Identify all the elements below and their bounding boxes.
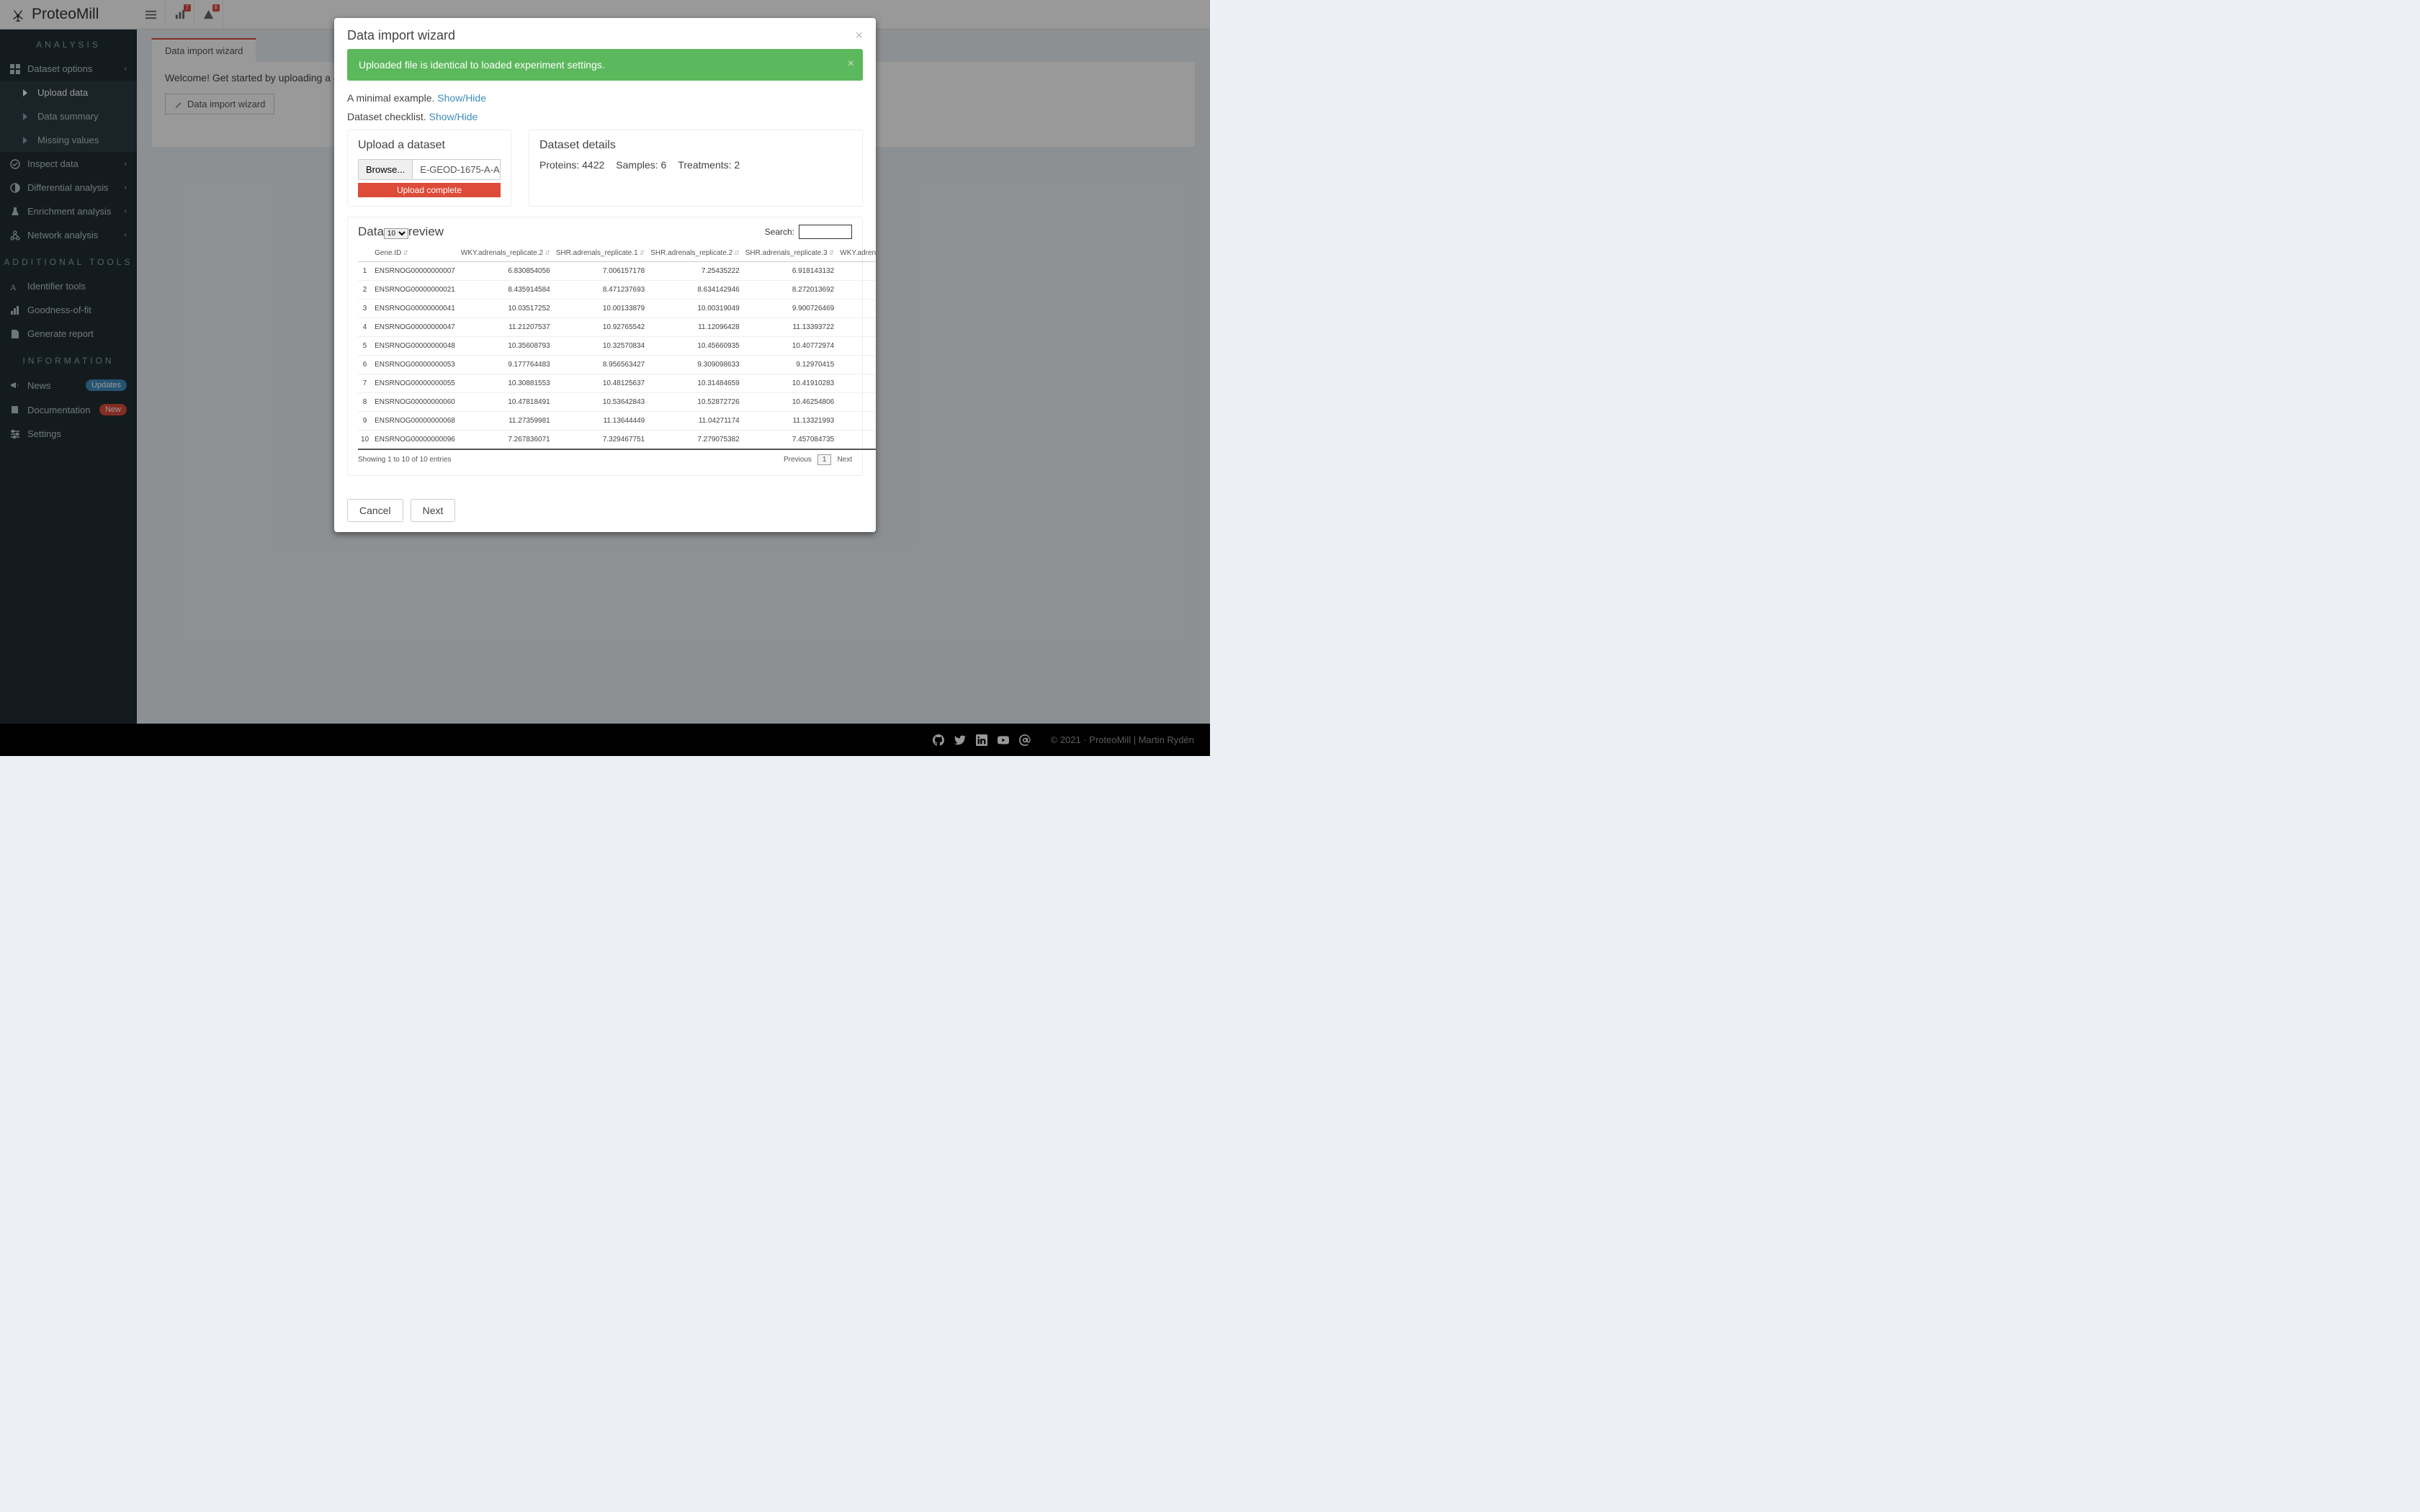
column-header[interactable]: WKY.adrenals_replicate.1⇵ xyxy=(837,245,876,262)
details-card: Dataset details Proteins: 4422 Samples: … xyxy=(529,130,863,207)
details-heading: Dataset details xyxy=(539,139,852,152)
table-row: 2ENSRNOG000000000218.4359145848.47123769… xyxy=(358,281,876,300)
pagination: Previous 1 Next xyxy=(784,454,852,465)
table-row: 9ENSRNOG0000000006811.2735998111.1364444… xyxy=(358,412,876,431)
alert-text: Uploaded file is identical to loaded exp… xyxy=(359,59,605,71)
next-page[interactable]: Next xyxy=(837,456,852,464)
modal-overlay: Data import wizard × Uploaded file is id… xyxy=(0,0,1210,756)
selected-file-name: E-GEOD-1675-A-AFFY- xyxy=(413,159,501,180)
browse-button[interactable]: Browse... xyxy=(358,159,413,180)
close-icon[interactable]: × xyxy=(855,28,863,43)
sort-icon: ⇵ xyxy=(403,249,408,256)
sort-icon: ⇵ xyxy=(544,249,550,256)
table-row: 8ENSRNOG0000000006010.4781849110.5364284… xyxy=(358,393,876,412)
page-size-select[interactable]: 10 xyxy=(384,228,408,239)
show-hide-example-link[interactable]: Show/Hide xyxy=(437,92,486,104)
show-hide-checklist-link[interactable]: Show/Hide xyxy=(429,111,478,122)
column-header[interactable] xyxy=(358,245,372,262)
current-page[interactable]: 1 xyxy=(817,454,832,465)
cancel-button[interactable]: Cancel xyxy=(347,499,403,522)
alert-close-icon[interactable]: × xyxy=(848,58,854,71)
data-preview-card: Data10review Search: Gene.ID⇵WKY.adrenal… xyxy=(347,217,863,476)
checklist-row: Dataset checklist. Show/Hide xyxy=(347,111,863,122)
entries-info: Showing 1 to 10 of 10 entries xyxy=(358,456,452,464)
search-label: Search: xyxy=(765,227,794,237)
search-input[interactable] xyxy=(799,225,852,239)
column-header[interactable]: SHR.adrenals_replicate.3⇵ xyxy=(743,245,838,262)
samples-stat: Samples: 6 xyxy=(616,159,666,171)
data-import-wizard-modal: Data import wizard × Uploaded file is id… xyxy=(334,18,876,532)
column-header[interactable]: SHR.adrenals_replicate.1⇵ xyxy=(553,245,648,262)
success-alert: Uploaded file is identical to loaded exp… xyxy=(347,49,863,81)
sort-icon: ⇵ xyxy=(829,249,835,256)
upload-progress: Upload complete xyxy=(358,183,501,197)
next-button[interactable]: Next xyxy=(411,499,456,522)
data-preview-table: Gene.ID⇵WKY.adrenals_replicate.2⇵SHR.adr… xyxy=(358,245,876,450)
sort-icon: ⇵ xyxy=(734,249,740,256)
table-row: 1ENSRNOG000000000076.8308540567.00615717… xyxy=(358,262,876,281)
table-row: 5ENSRNOG0000000004810.3560879310.3257083… xyxy=(358,337,876,356)
prev-page[interactable]: Previous xyxy=(784,456,812,464)
table-row: 10ENSRNOG000000000967.2678360717.3294677… xyxy=(358,431,876,450)
column-header[interactable]: SHR.adrenals_replicate.2⇵ xyxy=(647,245,743,262)
column-header[interactable]: Gene.ID⇵ xyxy=(372,245,458,262)
upload-card: Upload a dataset Browse... E-GEOD-1675-A… xyxy=(347,130,511,207)
treatments-stat: Treatments: 2 xyxy=(678,159,740,171)
table-row: 3ENSRNOG0000000004110.0351725210.0013387… xyxy=(358,300,876,318)
table-row: 4ENSRNOG0000000004711.2120753710.9276554… xyxy=(358,318,876,337)
example-row: A minimal example. Show/Hide xyxy=(347,92,863,104)
modal-title: Data import wizard xyxy=(347,28,455,43)
preview-heading: Data10review xyxy=(358,225,444,239)
sort-icon: ⇵ xyxy=(640,249,645,256)
upload-heading: Upload a dataset xyxy=(358,139,501,152)
proteins-stat: Proteins: 4422 xyxy=(539,159,604,171)
table-row: 6ENSRNOG000000000539.1777644838.95656342… xyxy=(358,356,876,374)
column-header[interactable]: WKY.adrenals_replicate.2⇵ xyxy=(458,245,553,262)
table-row: 7ENSRNOG0000000005510.3088155310.4812563… xyxy=(358,374,876,393)
